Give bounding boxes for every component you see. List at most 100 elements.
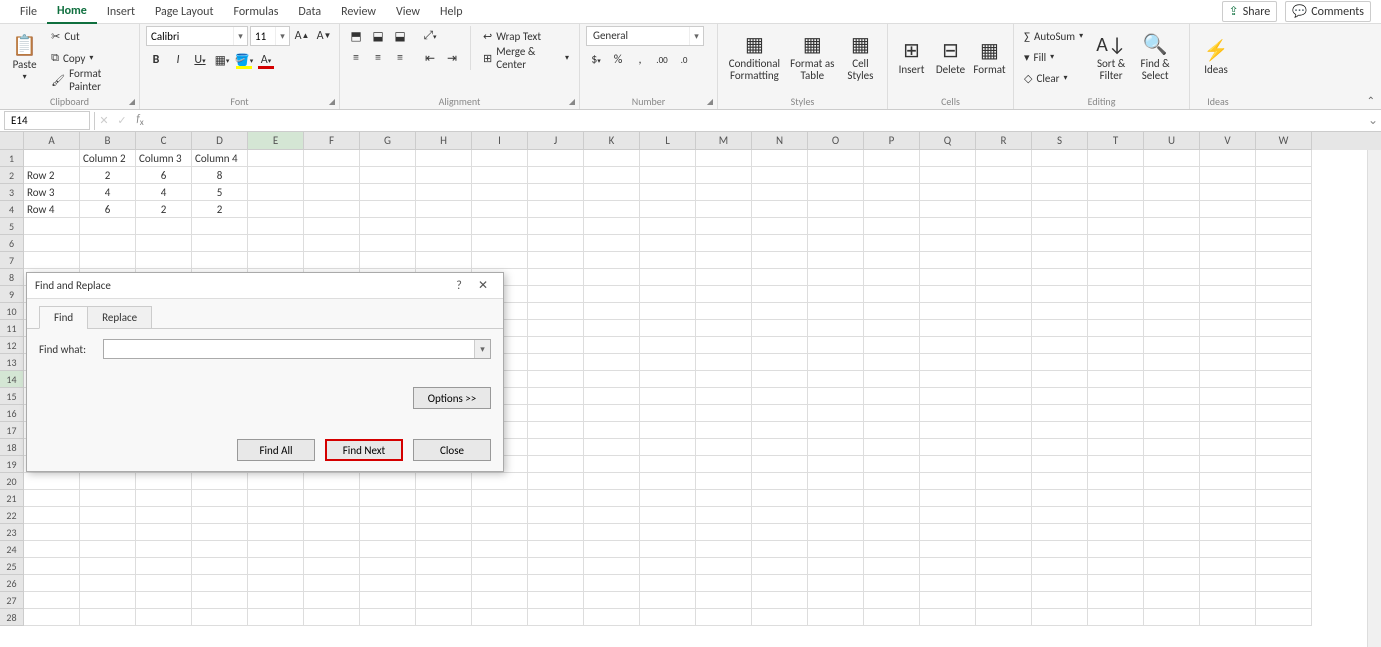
cell-J4[interactable] — [528, 201, 584, 218]
column-header-J[interactable]: J — [528, 132, 584, 150]
cell-M19[interactable] — [696, 456, 752, 473]
cell-C23[interactable] — [136, 524, 192, 541]
cell-T11[interactable] — [1088, 320, 1144, 337]
cell-B26[interactable] — [80, 575, 136, 592]
cell-P3[interactable] — [864, 184, 920, 201]
cell-U11[interactable] — [1144, 320, 1200, 337]
wrap-text-button[interactable]: ↩Wrap Text — [479, 26, 573, 46]
cell-L22[interactable] — [640, 507, 696, 524]
cell-D3[interactable]: 5 — [192, 184, 248, 201]
cell-O21[interactable] — [808, 490, 864, 507]
cell-W10[interactable] — [1256, 303, 1312, 320]
cell-T1[interactable] — [1088, 150, 1144, 167]
cell-O7[interactable] — [808, 252, 864, 269]
cell-S2[interactable] — [1032, 167, 1088, 184]
cell-N17[interactable] — [752, 422, 808, 439]
cell-C21[interactable] — [136, 490, 192, 507]
cell-N11[interactable] — [752, 320, 808, 337]
cell-K20[interactable] — [584, 473, 640, 490]
column-header-I[interactable]: I — [472, 132, 528, 150]
cell-C5[interactable] — [136, 218, 192, 235]
cell-M7[interactable] — [696, 252, 752, 269]
cell-L17[interactable] — [640, 422, 696, 439]
cell-E28[interactable] — [248, 609, 304, 626]
cell-V18[interactable] — [1200, 439, 1256, 456]
cell-A24[interactable] — [24, 541, 80, 558]
row-header-7[interactable]: 7 — [0, 252, 24, 269]
cell-O9[interactable] — [808, 286, 864, 303]
cell-I28[interactable] — [472, 609, 528, 626]
row-header-9[interactable]: 9 — [0, 286, 24, 303]
cell-T19[interactable] — [1088, 456, 1144, 473]
cell-R24[interactable] — [976, 541, 1032, 558]
insert-cells-button[interactable]: ⊞Insert — [894, 26, 929, 90]
column-header-T[interactable]: T — [1088, 132, 1144, 150]
cell-K1[interactable] — [584, 150, 640, 167]
cell-I4[interactable] — [472, 201, 528, 218]
cell-V26[interactable] — [1200, 575, 1256, 592]
cell-W22[interactable] — [1256, 507, 1312, 524]
cell-Q12[interactable] — [920, 337, 976, 354]
cell-C24[interactable] — [136, 541, 192, 558]
cell-C26[interactable] — [136, 575, 192, 592]
cell-U24[interactable] — [1144, 541, 1200, 558]
find-all-button[interactable]: Find All — [237, 439, 315, 461]
cell-P25[interactable] — [864, 558, 920, 575]
cell-W6[interactable] — [1256, 235, 1312, 252]
row-header-25[interactable]: 25 — [0, 558, 24, 575]
comma-format-button[interactable]: , — [630, 50, 650, 70]
chevron-down-icon[interactable]: ▾ — [275, 27, 289, 45]
cell-U20[interactable] — [1144, 473, 1200, 490]
cell-K6[interactable] — [584, 235, 640, 252]
column-header-A[interactable]: A — [24, 132, 80, 150]
cell-Q25[interactable] — [920, 558, 976, 575]
cell-Q22[interactable] — [920, 507, 976, 524]
cell-K17[interactable] — [584, 422, 640, 439]
cell-S14[interactable] — [1032, 371, 1088, 388]
cell-P6[interactable] — [864, 235, 920, 252]
cell-S7[interactable] — [1032, 252, 1088, 269]
cell-R28[interactable] — [976, 609, 1032, 626]
enter-button[interactable]: ✓ — [113, 114, 131, 127]
cell-B3[interactable]: 4 — [80, 184, 136, 201]
vertical-scrollbar[interactable] — [1367, 150, 1381, 647]
cell-L8[interactable] — [640, 269, 696, 286]
cell-H6[interactable] — [416, 235, 472, 252]
dialog-close-button[interactable]: ✕ — [471, 278, 495, 293]
name-box[interactable] — [4, 111, 90, 130]
cell-E7[interactable] — [248, 252, 304, 269]
cell-D23[interactable] — [192, 524, 248, 541]
cell-V8[interactable] — [1200, 269, 1256, 286]
cell-T4[interactable] — [1088, 201, 1144, 218]
cell-B20[interactable] — [80, 473, 136, 490]
cell-V1[interactable] — [1200, 150, 1256, 167]
cell-C3[interactable]: 4 — [136, 184, 192, 201]
sort-filter-button[interactable]: A↓Sort & Filter — [1091, 26, 1131, 90]
cell-U21[interactable] — [1144, 490, 1200, 507]
cell-R1[interactable] — [976, 150, 1032, 167]
cell-R21[interactable] — [976, 490, 1032, 507]
row-header-27[interactable]: 27 — [0, 592, 24, 609]
cell-M10[interactable] — [696, 303, 752, 320]
row-header-22[interactable]: 22 — [0, 507, 24, 524]
cell-T18[interactable] — [1088, 439, 1144, 456]
cell-C1[interactable]: Column 3 — [136, 150, 192, 167]
cell-G5[interactable] — [360, 218, 416, 235]
cell-U17[interactable] — [1144, 422, 1200, 439]
align-bottom-button[interactable]: ⬓ — [390, 26, 410, 46]
cell-M12[interactable] — [696, 337, 752, 354]
cell-M8[interactable] — [696, 269, 752, 286]
cell-J27[interactable] — [528, 592, 584, 609]
cell-J7[interactable] — [528, 252, 584, 269]
cell-A2[interactable]: Row 2 — [24, 167, 80, 184]
cell-M5[interactable] — [696, 218, 752, 235]
cell-K23[interactable] — [584, 524, 640, 541]
cell-Q23[interactable] — [920, 524, 976, 541]
cell-N3[interactable] — [752, 184, 808, 201]
cell-T28[interactable] — [1088, 609, 1144, 626]
font-size-combo[interactable]: ▾ — [250, 26, 290, 46]
row-header-16[interactable]: 16 — [0, 405, 24, 422]
cell-M3[interactable] — [696, 184, 752, 201]
cell-E6[interactable] — [248, 235, 304, 252]
cell-I23[interactable] — [472, 524, 528, 541]
